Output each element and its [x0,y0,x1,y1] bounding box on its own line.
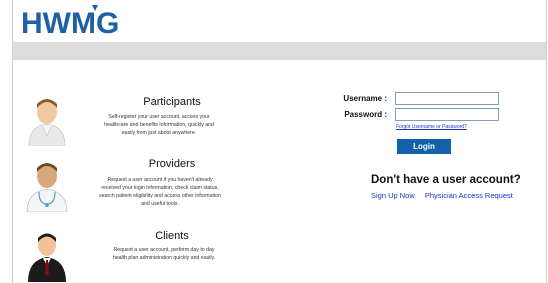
participants-title: Participants [143,96,201,108]
providers-title: Providers [148,158,196,170]
clients-title: Clients [155,230,189,242]
sign-up-link[interactable]: Sign Up Now [371,191,415,200]
header: HWMG [13,0,546,42]
password-label: Password : [344,110,387,119]
forgot-credentials-link[interactable]: Forgot Username or Password? [396,124,467,130]
hwmg-logo[interactable]: HWMG [19,3,129,39]
participant-avatar-icon [28,99,66,146]
login-button[interactable]: Login [397,139,451,154]
logo-text: HWMG [21,7,119,39]
username-label: Username : [343,94,387,103]
signup-links: Sign Up Now Physician Access Request [371,191,521,200]
participants-desc: Self-register your user account, access … [104,114,214,136]
clients-desc: Request a user account, perform day to d… [112,247,216,261]
providers-desc: Request a user account if you haven't al… [99,177,221,207]
password-row: Password : [335,108,499,121]
username-input[interactable] [395,92,499,105]
password-input[interactable] [395,108,499,121]
header-bar [13,42,546,60]
physician-access-link[interactable]: Physician Access Request [425,191,513,200]
client-avatar-icon [28,233,66,282]
username-row: Username : [335,92,499,105]
provider-avatar-icon [26,163,68,212]
no-account-heading: Don't have a user account? [371,174,521,186]
page-frame: HWMG Participants Self-register your use… [12,0,547,283]
